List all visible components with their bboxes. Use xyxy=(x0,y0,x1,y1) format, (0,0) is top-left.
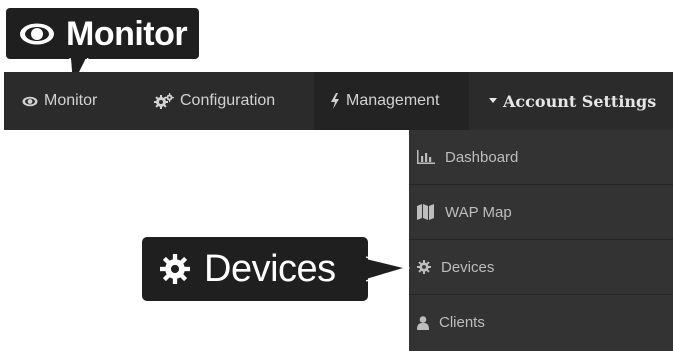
dropdown-item-label: Clients xyxy=(439,314,485,331)
dropdown-item-dashboard[interactable]: Dashboard xyxy=(409,130,673,185)
nav-item-account-settings[interactable]: Account Settings xyxy=(469,72,673,130)
dropdown-item-clients[interactable]: Clients xyxy=(409,295,673,350)
monitor-callout: Monitor xyxy=(6,8,199,59)
dropdown-item-label: Dashboard xyxy=(445,148,519,166)
nav-item-label: Monitor xyxy=(44,92,98,109)
devices-callout-label: Devices xyxy=(204,248,336,290)
map-icon xyxy=(417,204,435,220)
bolt-icon xyxy=(330,93,340,109)
bar-chart-icon xyxy=(417,150,435,164)
eye-icon xyxy=(18,21,56,47)
caret-down-icon xyxy=(489,98,497,104)
gear-icon xyxy=(160,254,190,284)
nav-item-label: Account Settings xyxy=(503,91,657,111)
monitor-callout-label: Monitor xyxy=(66,14,188,53)
nav-item-configuration[interactable]: Configuration xyxy=(132,72,314,130)
dropdown-item-label: WAP Map xyxy=(445,203,512,221)
top-navbar: Monitor Configuration Management Account… xyxy=(4,72,673,130)
dropdown-item-devices[interactable]: Devices xyxy=(409,240,673,295)
user-icon xyxy=(417,315,429,330)
dropdown-item-label: Devices xyxy=(441,258,495,276)
devices-callout-pointer xyxy=(366,256,410,282)
monitor-dropdown-menu: Dashboard WAP Map Devices Clients xyxy=(409,130,673,351)
nav-item-label: Management xyxy=(346,92,440,109)
nav-item-management[interactable]: Management xyxy=(314,72,469,130)
eye-icon xyxy=(22,96,38,107)
gear-icon xyxy=(417,260,431,274)
devices-callout: Devices xyxy=(142,237,368,301)
gears-icon xyxy=(154,93,174,109)
screenshot-stage: Monitor Monitor Configuration Management… xyxy=(0,0,673,351)
nav-item-label: Configuration xyxy=(180,92,276,109)
nav-item-monitor[interactable]: Monitor xyxy=(4,72,132,130)
dropdown-item-wap-map[interactable]: WAP Map xyxy=(409,185,673,240)
